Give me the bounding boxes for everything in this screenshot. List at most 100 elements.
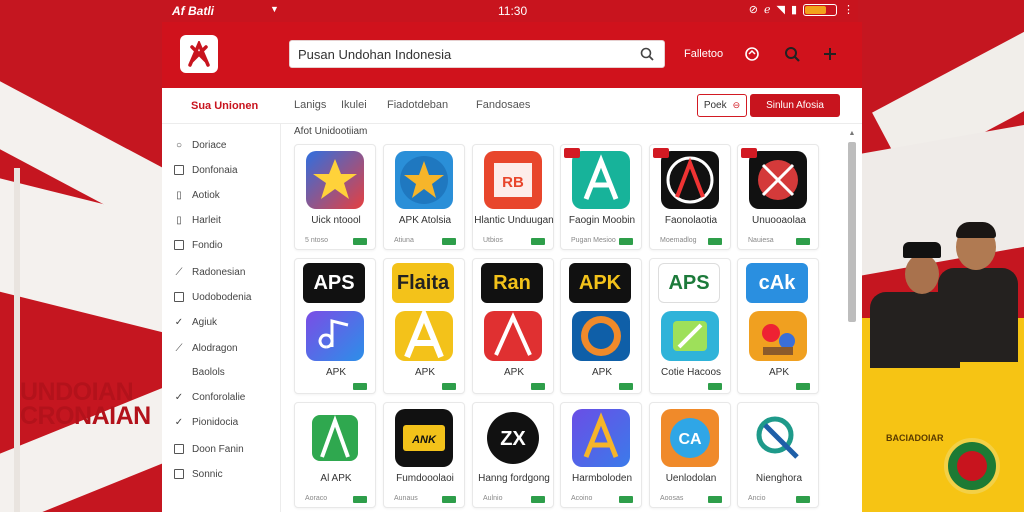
install-badge[interactable]	[442, 238, 456, 245]
app-card[interactable]: APK Atolsia Atiuna	[383, 144, 465, 250]
install-badge[interactable]	[353, 383, 367, 390]
hot-badge	[741, 148, 757, 158]
sidebar-item[interactable]: ▯ Aotiok	[174, 187, 220, 203]
search-icon[interactable]	[638, 45, 656, 63]
sidebar-item-label: Donfonaia	[192, 164, 238, 176]
music-icon	[306, 311, 364, 361]
svg-text:ANK: ANK	[411, 434, 437, 446]
app-card[interactable]: Unuooaolaa Nauiesa	[737, 144, 819, 250]
doc-icon: ▯	[176, 214, 182, 226]
sidebar-item[interactable]: Donfonaia	[174, 162, 238, 178]
app-card[interactable]: Uick ntoool 5 ntoso	[294, 144, 376, 250]
app-name: APK	[325, 367, 346, 378]
app-card[interactable]: Harmboloden Acoino	[560, 402, 642, 508]
install-badge[interactable]	[708, 496, 722, 503]
browser-icon: ℯ	[763, 4, 771, 16]
app-card[interactable]: Faogin Moobin Pugan Mesioo	[560, 144, 642, 250]
sidebar-item[interactable]: ✓ Pionidocia	[174, 414, 238, 430]
install-badge[interactable]	[619, 496, 633, 503]
app-card[interactable]: Ran APK	[472, 258, 554, 394]
subnav-brand[interactable]: Sua Unionen	[191, 100, 258, 112]
install-badge[interactable]	[442, 496, 456, 503]
install-badge[interactable]	[353, 496, 367, 503]
app-name: Nienghora	[755, 473, 803, 484]
status-bar: Af Batli ▼ 11:30 ⊘ ℯ ◥ ▮ ⋮	[162, 0, 862, 22]
sidebar-item[interactable]: ✓ Agiuk	[174, 314, 217, 330]
sidebar-item[interactable]: ✓ Conforolalie	[174, 389, 246, 405]
tab-1[interactable]: Lanigs	[294, 99, 326, 111]
status-icons: ⊘ ℯ ◥ ▮ ⋮	[749, 3, 854, 16]
ca-icon: CA	[661, 409, 719, 467]
scroll-up-icon[interactable]: ▲	[847, 130, 857, 140]
letter-a-icon	[395, 311, 453, 361]
sidebar-item[interactable]: ○ Doriace	[174, 137, 227, 153]
app-card[interactable]: CA Uenlodolan Aoosas	[649, 402, 731, 508]
app-meta: Aoosas	[660, 495, 684, 502]
app-card[interactable]: RB Hlantic Unduugan Utbios	[472, 144, 554, 250]
tab-2[interactable]: Ikulei	[341, 99, 367, 111]
app-card[interactable]: APS APK	[294, 258, 376, 394]
install-badge[interactable]	[619, 383, 633, 390]
install-badge[interactable]	[708, 383, 722, 390]
search-icon[interactable]	[782, 44, 802, 64]
install-badge[interactable]	[531, 238, 545, 245]
install-badge[interactable]	[619, 238, 633, 245]
header-link[interactable]: Falletoo	[684, 48, 723, 60]
link-icon	[749, 409, 807, 467]
app-card[interactable]: Al APK Aoraco	[294, 402, 376, 508]
outline-button[interactable]: Poek ⊖	[697, 94, 747, 117]
sidebar-item-label: Agiuk	[192, 316, 218, 328]
install-badge[interactable]	[708, 238, 722, 245]
sidebar-item[interactable]: Fondio	[174, 237, 223, 253]
scroll-thumb[interactable]	[848, 142, 856, 322]
app-card[interactable]: APS Cotie Hacoos	[649, 258, 731, 394]
carrier-label: Af Batli	[172, 4, 214, 18]
plus-icon[interactable]	[820, 44, 840, 64]
app-card[interactable]: cAk APK	[737, 258, 819, 394]
refresh-icon[interactable]	[742, 44, 762, 64]
bug-icon	[749, 151, 807, 209]
primary-action-button[interactable]: Sinlun Afosia	[750, 94, 840, 117]
search-input[interactable]	[298, 46, 638, 62]
sidebar-item[interactable]: Sonnic	[174, 466, 223, 482]
tab-3[interactable]: Fiadotdeban	[387, 99, 448, 111]
app-card[interactable]: APK APK	[560, 258, 642, 394]
doc-icon: ▯	[176, 189, 182, 201]
sidebar-item[interactable]: ⟋ Alodragon	[174, 340, 238, 356]
scrollbar[interactable]: ▲	[847, 130, 857, 512]
sidebar-item[interactable]: Doon Fanin	[174, 441, 244, 457]
sidebar-item[interactable]: ⟋ Radonesian	[174, 264, 246, 280]
battery-icon	[803, 3, 837, 16]
sidebar-item[interactable]: Baolols	[174, 364, 225, 380]
square-icon	[174, 292, 184, 302]
battery-fill	[805, 5, 826, 14]
tab-4[interactable]: Fandosaes	[476, 99, 530, 111]
app-card[interactable]: ZX Hanng fordgong Aulnio	[472, 402, 554, 508]
check-icon: ✓	[174, 316, 184, 328]
install-badge[interactable]	[796, 238, 810, 245]
sidebar-item-label: Doriace	[192, 139, 227, 151]
app-logo[interactable]	[180, 35, 218, 73]
square-icon	[174, 469, 184, 479]
sidebar-item[interactable]: Uodobodenia	[174, 289, 252, 305]
more-icon[interactable]: ⋮	[843, 3, 854, 16]
install-badge[interactable]	[442, 383, 456, 390]
sidebar-item-label: Conforolalie	[192, 391, 246, 403]
sidebar-item-label: Harleit	[192, 214, 221, 226]
install-badge[interactable]	[531, 496, 545, 503]
hot-badge	[653, 148, 669, 158]
alarm-icon: ⊘	[748, 4, 758, 16]
app-card[interactable]: Nienghora Ancio	[737, 402, 819, 508]
app-card[interactable]: Flaita APK	[383, 258, 465, 394]
search-bar[interactable]	[289, 40, 665, 68]
circle-icon: ⊖	[732, 100, 741, 110]
install-badge[interactable]	[796, 383, 810, 390]
sidebar-item[interactable]: ▯ Harleit	[174, 212, 221, 228]
app-card[interactable]: Faonolaotia Moemadlog	[649, 144, 731, 250]
chevron-down-icon[interactable]: ▼	[270, 4, 279, 14]
sidebar-item-label: Doon Fanin	[192, 443, 244, 455]
app-card[interactable]: ANK Fumdooolaoi Aunaus	[383, 402, 465, 508]
install-badge[interactable]	[353, 238, 367, 245]
install-badge[interactable]	[796, 496, 810, 503]
install-badge[interactable]	[531, 383, 545, 390]
